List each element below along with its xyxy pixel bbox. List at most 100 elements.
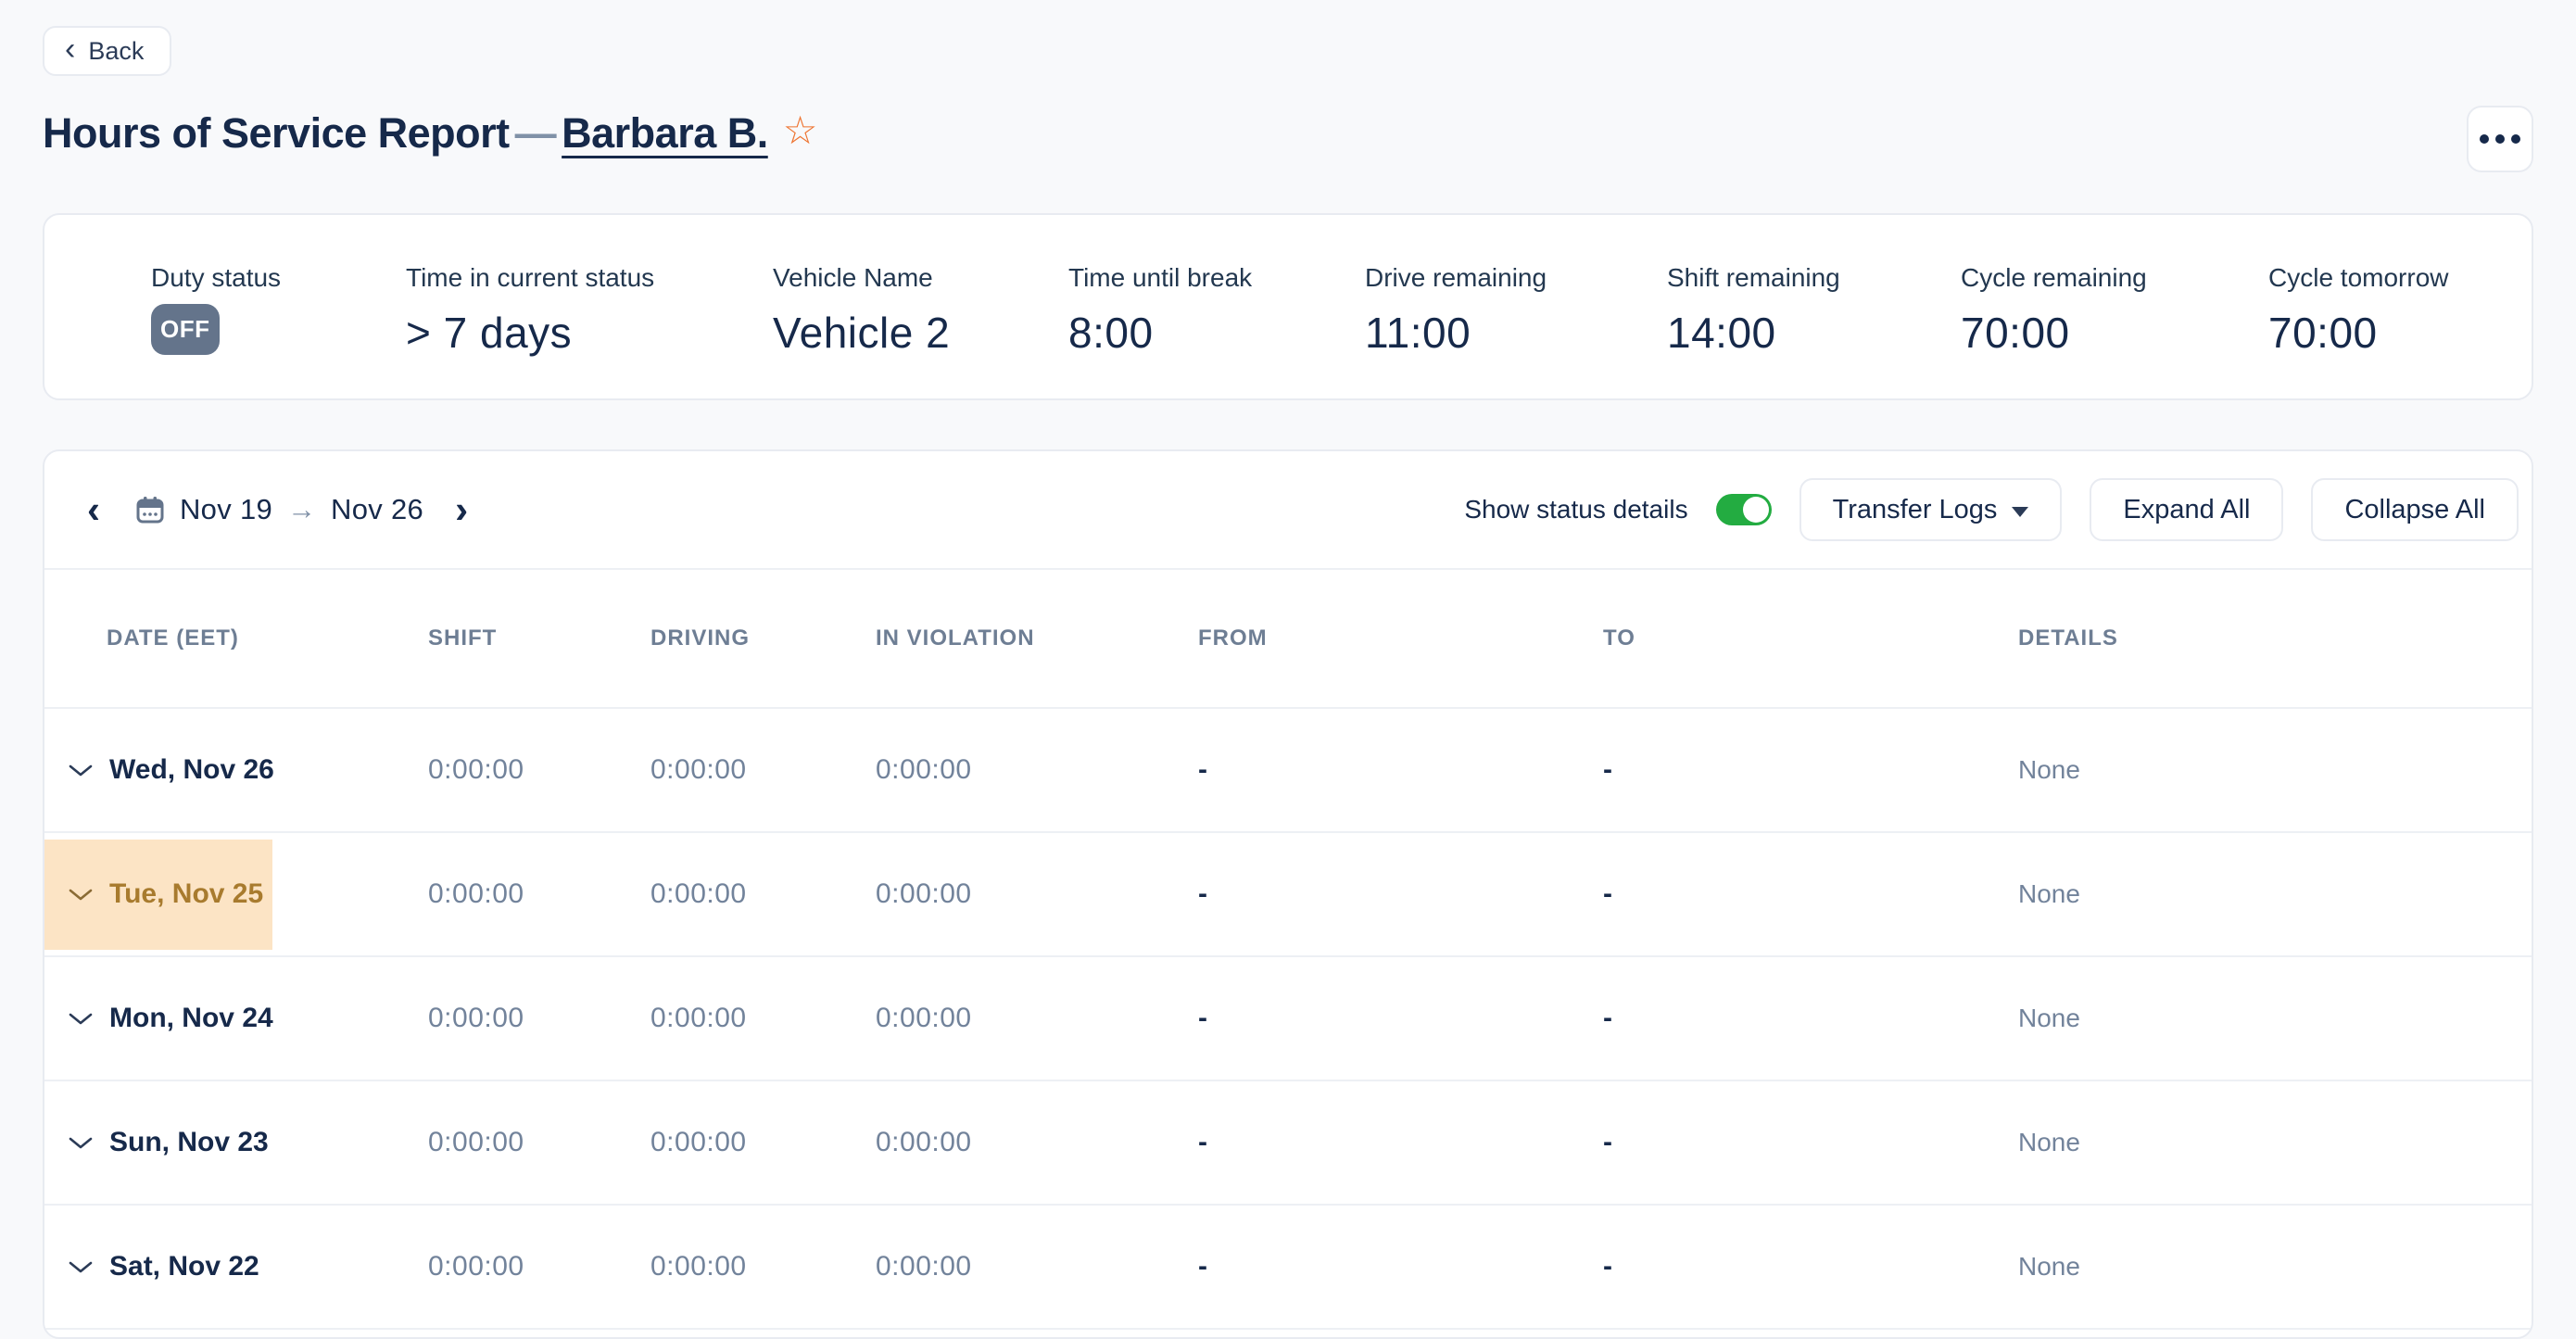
chevron-down-icon[interactable] [68,1135,94,1150]
driver-name-link[interactable]: Barbara B. [562,109,768,157]
stat-shift-remaining: Shift remaining 14:00 [1667,263,1961,358]
details-cell: None [2018,755,2532,785]
row-date-cell: Tue, Nov 25 [44,833,428,955]
chevron-down-icon[interactable] [68,887,94,902]
to-cell: - [1603,878,2018,910]
duty-status-badge: OFF [151,304,220,355]
from-cell: - [1198,754,1603,786]
stat-drive-remaining: Drive remaining 11:00 [1365,263,1667,358]
chevron-down-icon [2012,507,2028,517]
previous-week-button[interactable]: ‹ [80,490,107,529]
back-button-label: Back [88,37,144,66]
date-range-start: Nov 19 [180,493,272,526]
driving-cell: 0:00:00 [650,754,876,786]
stat-label: Vehicle Name [773,263,1068,293]
stat-value: > 7 days [406,308,773,358]
column-header-driving: Driving [650,625,876,651]
column-header-details: Details [2018,625,2532,651]
in-violation-cell: 0:00:00 [876,1003,1198,1034]
to-cell: - [1603,1003,2018,1034]
chevron-down-icon[interactable] [68,1259,94,1274]
from-cell: - [1198,1127,1603,1158]
stat-label: Shift remaining [1667,263,1961,293]
stat-label: Duty status [151,263,406,293]
title-separator: — [510,109,562,157]
details-cell: None [2018,879,2532,909]
driving-cell: 0:00:00 [650,1127,876,1158]
table-header-row: Date (EET) Shift Driving In violation Fr… [44,570,2532,709]
stat-value: 14:00 [1667,308,1961,358]
chevron-down-icon[interactable] [68,1011,94,1026]
table-row[interactable]: Mon, Nov 24 0:00:00 0:00:00 0:00:00 - - … [44,957,2532,1081]
to-cell: - [1603,1251,2018,1282]
date-range-picker[interactable]: Nov 19 → Nov 26 [135,493,423,526]
row-date-cell: Mon, Nov 24 [44,957,428,1080]
column-header-shift: Shift [428,625,650,651]
column-header-from: From [1198,625,1603,651]
show-status-details-toggle[interactable] [1716,494,1772,525]
stat-value: 70:00 [1961,308,2268,358]
chevron-left-icon: ‹ [65,33,75,65]
column-header-date: Date (EET) [44,625,428,651]
expand-all-label: Expand All [2123,495,2250,525]
from-cell: - [1198,1003,1603,1034]
star-outline-icon[interactable]: ☆ [783,107,818,153]
driving-cell: 0:00:00 [650,878,876,910]
logs-toolbar: ‹ Nov 19 → Nov 26 › Show status details … [44,451,2532,570]
row-date-cell: Wed, Nov 26 [44,709,428,831]
table-row[interactable]: Sun, Nov 23 0:00:00 0:00:00 0:00:00 - - … [44,1081,2532,1206]
arrow-right-icon: → [287,493,316,526]
shift-cell: 0:00:00 [428,878,650,910]
table-row[interactable]: Sat, Nov 22 0:00:00 0:00:00 0:00:00 - - … [44,1206,2532,1330]
transfer-logs-button[interactable]: Transfer Logs [1799,478,2063,541]
in-violation-cell: 0:00:00 [876,878,1198,910]
stat-label: Time until break [1068,263,1365,293]
in-violation-cell: 0:00:00 [876,1127,1198,1158]
hos-summary-card: Duty status OFF Time in current status >… [43,213,2533,400]
ellipsis-icon [2480,134,2489,144]
transfer-logs-label: Transfer Logs [1833,495,1998,525]
back-button[interactable]: ‹ Back [43,26,171,76]
row-date-label: Sat, Nov 22 [109,1251,259,1282]
stat-time-in-current-status: Time in current status > 7 days [406,263,773,358]
toolbar-actions: Show status details Transfer Logs Expand… [1464,478,2519,541]
details-cell: None [2018,1128,2532,1157]
from-cell: - [1198,878,1603,910]
date-range-end: Nov 26 [331,493,423,526]
stat-cycle-remaining: Cycle remaining 70:00 [1961,263,2268,358]
driving-cell: 0:00:00 [650,1003,876,1034]
row-date-label: Tue, Nov 25 [109,878,263,910]
page-title-text: Hours of Service Report [43,109,510,157]
stat-value: Vehicle 2 [773,308,1068,358]
collapse-all-button[interactable]: Collapse All [2311,478,2519,541]
table-row-selected[interactable]: Tue, Nov 25 0:00:00 0:00:00 0:00:00 - - … [44,833,2532,957]
row-date-label: Wed, Nov 26 [109,754,274,786]
to-cell: - [1603,754,2018,786]
shift-cell: 0:00:00 [428,1251,650,1282]
details-cell: None [2018,1004,2532,1033]
next-week-button[interactable]: › [448,490,475,529]
logs-card: ‹ Nov 19 → Nov 26 › Show status details … [43,449,2533,1339]
driving-cell: 0:00:00 [650,1251,876,1282]
row-date-cell: Sat, Nov 22 [44,1206,428,1328]
show-status-details-label: Show status details [1464,495,1687,524]
in-violation-cell: 0:00:00 [876,754,1198,786]
stat-cycle-tomorrow: Cycle tomorrow 70:00 [2268,263,2448,358]
shift-cell: 0:00:00 [428,1127,650,1158]
stat-duty-status: Duty status OFF [151,263,406,355]
details-cell: None [2018,1252,2532,1282]
chevron-down-icon[interactable] [68,763,94,777]
more-options-button[interactable] [2467,106,2533,172]
stat-label: Time in current status [406,263,773,293]
stat-label: Cycle tomorrow [2268,263,2448,293]
row-date-label: Sun, Nov 23 [109,1127,269,1158]
table-row[interactable]: Wed, Nov 26 0:00:00 0:00:00 0:00:00 - - … [44,709,2532,833]
page-title: Hours of Service Report—Barbara B. [43,109,768,158]
expand-all-button[interactable]: Expand All [2090,478,2283,541]
stat-vehicle-name: Vehicle Name Vehicle 2 [773,263,1068,358]
from-cell: - [1198,1251,1603,1282]
calendar-icon [135,495,165,524]
shift-cell: 0:00:00 [428,1003,650,1034]
in-violation-cell: 0:00:00 [876,1251,1198,1282]
column-header-in-violation: In violation [876,625,1198,651]
